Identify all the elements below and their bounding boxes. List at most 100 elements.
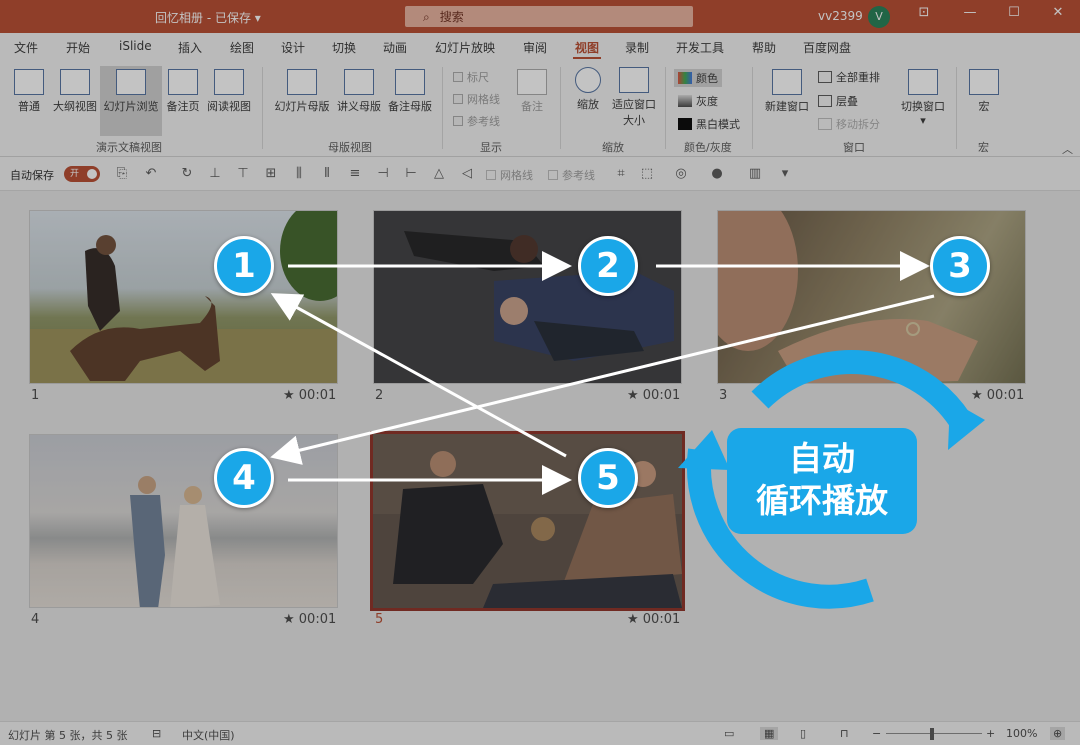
group-label-show: 显示 bbox=[480, 141, 502, 154]
tab-transitions[interactable]: 切换 bbox=[332, 39, 356, 56]
customize-toolbar-icon[interactable]: ▾ bbox=[778, 167, 792, 181]
redo-icon[interactable]: ↻ bbox=[180, 167, 194, 181]
handout-master-button[interactable]: 讲义母版 bbox=[334, 69, 384, 131]
tab-slideshow[interactable]: 幻灯片放映 bbox=[435, 39, 495, 56]
slide-thumbnail-1[interactable] bbox=[29, 210, 338, 384]
doc-title-text: 回忆相册 - 已保存 bbox=[155, 11, 251, 25]
crop-icon[interactable]: ⌗ bbox=[614, 167, 628, 181]
tab-design[interactable]: 设计 bbox=[281, 39, 305, 56]
tab-help[interactable]: 帮助 bbox=[752, 39, 776, 56]
cascade-icon bbox=[818, 95, 832, 107]
notes-page-button[interactable]: 备注页 bbox=[163, 69, 203, 131]
tab-draw[interactable]: 绘图 bbox=[230, 39, 254, 56]
zoom-out-button[interactable]: − bbox=[872, 727, 881, 740]
merge-shapes-icon[interactable]: ◎ bbox=[674, 167, 688, 181]
flip-icon[interactable]: ◁ bbox=[460, 167, 474, 181]
macro-icon bbox=[969, 69, 999, 95]
new-window-button[interactable]: 新建窗口 bbox=[762, 69, 812, 131]
zoom-button[interactable]: 缩放 bbox=[570, 67, 606, 133]
notes-master-button[interactable]: 备注母版 bbox=[385, 69, 435, 131]
close-button[interactable]: ✕ bbox=[1046, 5, 1070, 27]
language-status[interactable]: 中文(中国) bbox=[182, 727, 235, 743]
tab-review[interactable]: 审阅 bbox=[523, 39, 547, 56]
zoom-in-button[interactable]: + bbox=[986, 727, 995, 740]
align-left-icon[interactable]: ⊥ bbox=[208, 167, 222, 181]
fit-to-window-button[interactable]: 适应窗口大小 bbox=[608, 67, 660, 133]
user-name[interactable]: vv2399 bbox=[818, 9, 863, 23]
slide-thumbnail-2[interactable] bbox=[373, 210, 682, 384]
distribute-v-icon[interactable]: ≡ bbox=[348, 167, 362, 181]
align-center-icon[interactable]: ⊞ bbox=[264, 167, 278, 181]
macro-button[interactable]: 宏 bbox=[966, 69, 1002, 131]
tab-view[interactable]: 视图 bbox=[575, 39, 599, 56]
distribute-h-icon[interactable]: ⫴ bbox=[320, 167, 334, 181]
group-label-color: 颜色/灰度 bbox=[684, 141, 732, 154]
slideshow-status-icon[interactable]: ⊓ bbox=[840, 727, 849, 740]
triangle-icon[interactable]: △ bbox=[432, 167, 446, 181]
tab-file[interactable]: 文件 bbox=[14, 39, 38, 56]
zoom-label: 缩放 bbox=[577, 98, 599, 111]
arrange-all-button[interactable]: 全部重排 bbox=[818, 69, 880, 85]
zoom-slider-track[interactable] bbox=[886, 733, 982, 734]
slide-thumbnail-3[interactable] bbox=[717, 210, 1026, 384]
switch-window-button[interactable]: 切换窗口 ▾ bbox=[896, 69, 950, 135]
fit-slide-icon[interactable]: ⊕ bbox=[1050, 727, 1066, 740]
tab-baidu-netdisk[interactable]: 百度网盘 bbox=[803, 39, 851, 56]
shadow-icon[interactable]: ● bbox=[710, 167, 724, 181]
zoom-slider-thumb[interactable] bbox=[930, 728, 934, 740]
slide-thumbnail-5[interactable] bbox=[370, 431, 685, 611]
accessibility-icon[interactable]: ⊟ bbox=[152, 727, 161, 740]
gridlines-checkbox[interactable]: 网格线 bbox=[453, 91, 500, 107]
outline-view-button[interactable]: 大纲视图 bbox=[50, 69, 100, 131]
slide-timing: ★ 00:01 bbox=[283, 612, 337, 627]
align-top-icon[interactable]: ⊤ bbox=[236, 167, 250, 181]
slide-master-button[interactable]: 幻灯片母版 bbox=[270, 69, 334, 131]
tab-islide[interactable]: iSlide bbox=[119, 39, 152, 53]
undo-icon[interactable]: ↶ bbox=[144, 167, 158, 181]
auto-loop-line1: 自动 bbox=[789, 439, 855, 478]
layout-icon[interactable]: ▥ bbox=[748, 167, 762, 181]
slide-thumbnail-4[interactable] bbox=[29, 434, 338, 608]
ribbon-display-options-icon[interactable]: ⊡ bbox=[912, 5, 936, 27]
reading-view-button[interactable]: 阅读视图 bbox=[204, 69, 254, 131]
save-icon[interactable]: ⎘ bbox=[115, 167, 129, 181]
slide-sorter-status-icon[interactable]: ▦ bbox=[760, 727, 779, 740]
avatar[interactable]: V bbox=[868, 6, 890, 28]
autosave-toggle[interactable]: 开 bbox=[64, 166, 100, 182]
reading-view-status-icon[interactable]: ▯ bbox=[800, 727, 806, 740]
ruler-checkbox[interactable]: 标尺 bbox=[453, 69, 489, 85]
color-button[interactable]: 颜色 bbox=[674, 69, 722, 87]
document-title[interactable]: 回忆相册 - 已保存 ▾ bbox=[155, 9, 261, 26]
align-bottom-icon[interactable]: ⊢ bbox=[404, 167, 418, 181]
move-split-button[interactable]: 移动拆分 bbox=[818, 116, 880, 132]
collapse-ribbon-icon[interactable]: ︿ bbox=[1062, 141, 1073, 157]
tab-animations[interactable]: 动画 bbox=[383, 39, 407, 56]
normal-view-status-icon[interactable]: ▭ bbox=[724, 727, 734, 740]
search-box[interactable]: ⌕ 搜索 bbox=[405, 6, 693, 27]
maximize-button[interactable]: ☐ bbox=[1002, 5, 1026, 27]
cascade-button[interactable]: 层叠 bbox=[818, 93, 858, 109]
tab-developer[interactable]: 开发工具 bbox=[676, 39, 724, 56]
tab-record[interactable]: 录制 bbox=[625, 39, 649, 56]
checkbox-icon bbox=[453, 94, 463, 104]
slide-number: 1 bbox=[31, 388, 40, 403]
guides-checkbox[interactable]: 参考线 bbox=[453, 113, 500, 129]
tab-insert[interactable]: 插入 bbox=[178, 39, 202, 56]
normal-view-button[interactable]: 普通 bbox=[10, 69, 48, 131]
align-middle-icon[interactable]: ⫼ bbox=[292, 167, 306, 181]
slide-5-image bbox=[373, 434, 682, 608]
active-tab-indicator bbox=[573, 57, 601, 59]
shape-fill-icon[interactable]: ⬚ bbox=[640, 167, 654, 181]
toolbar-gridlines-checkbox[interactable]: 网格线 bbox=[486, 167, 533, 183]
minimize-button[interactable]: — bbox=[958, 5, 982, 27]
notes-button[interactable]: 备注 bbox=[517, 69, 547, 131]
black-white-button[interactable]: 黑白模式 bbox=[678, 116, 740, 132]
toolbar-guides-checkbox[interactable]: 参考线 bbox=[548, 167, 595, 183]
slide-sorter-button[interactable]: 幻灯片浏览 bbox=[100, 66, 162, 136]
tab-home[interactable]: 开始 bbox=[66, 39, 90, 56]
grayscale-button[interactable]: 灰度 bbox=[678, 93, 718, 109]
new-window-icon bbox=[772, 69, 802, 95]
toolbar-guides-label: 参考线 bbox=[562, 169, 595, 182]
zoom-level[interactable]: 100% bbox=[1006, 727, 1037, 740]
align-right-icon[interactable]: ⊣ bbox=[376, 167, 390, 181]
